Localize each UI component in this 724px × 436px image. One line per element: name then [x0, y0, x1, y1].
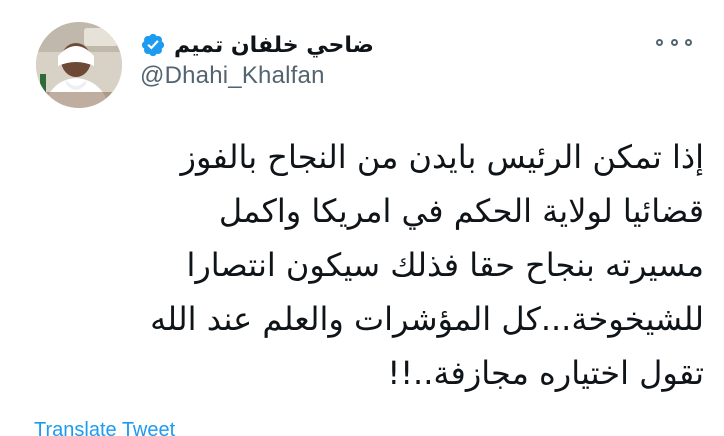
- translate-tweet-link[interactable]: Translate Tweet: [34, 418, 175, 436]
- tweet-text-line: تقول اختياره مجازفة..!!: [387, 354, 704, 392]
- more-dot: [670, 38, 678, 46]
- tweet-card: ضاحي خلفان تميم @Dhahi_Khalfan إذا تمكن …: [0, 0, 724, 436]
- author-display-name[interactable]: ضاحي خلفان تميم: [174, 33, 374, 58]
- avatar[interactable]: [36, 22, 122, 108]
- verified-badge-icon: [141, 33, 165, 57]
- tweet-text: إذا تمكن الرئيس بايدن من النجاح بالفوز ق…: [40, 130, 704, 400]
- tweet-text-line: مسيرته بنجاح حقا فذلك سيكون انتصارا: [186, 246, 704, 284]
- more-options-icon[interactable]: [656, 32, 692, 52]
- more-dot: [685, 38, 692, 46]
- tweet-text-line: قضائيا لولاية الحكم في امريكا واكمل: [218, 192, 704, 230]
- more-dot: [656, 38, 663, 46]
- tweet-text-line: إذا تمكن الرئيس بايدن من النجاح بالفوز: [180, 138, 704, 176]
- author-name-row: ضاحي خلفان تميم: [140, 30, 604, 60]
- author-handle[interactable]: @Dhahi_Khalfan: [140, 62, 604, 90]
- tweet-text-line: للشيخوخة...كل المؤشرات والعلم عند الله: [150, 300, 704, 338]
- tweet-header: ضاحي خلفان تميم @Dhahi_Khalfan: [140, 30, 604, 90]
- profile-photo: [36, 22, 122, 108]
